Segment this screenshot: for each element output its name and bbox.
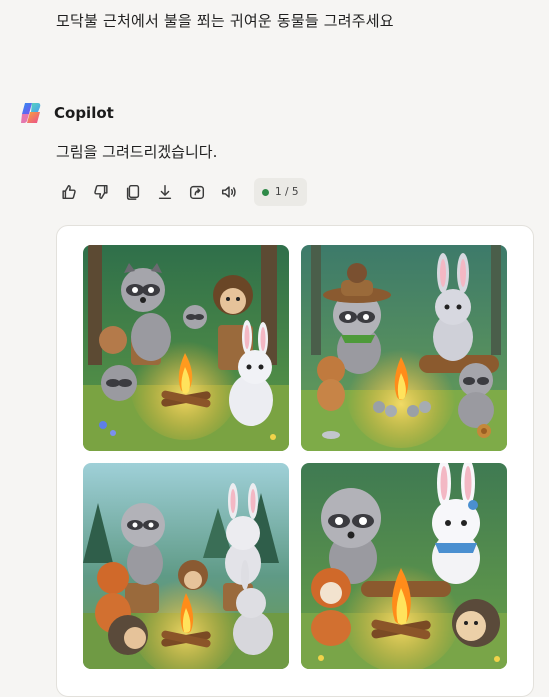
thumbs-up-icon — [62, 184, 76, 200]
assistant-header: Copilot — [18, 100, 114, 126]
assistant-name: Copilot — [54, 104, 114, 122]
thumbs-down-icon — [94, 184, 108, 200]
generated-images-card — [56, 225, 534, 697]
read-aloud-button[interactable] — [216, 178, 242, 206]
generated-image-raccoons-hedgehog-bunny — [83, 245, 289, 451]
generated-image-hedgehog-fox-bunny — [83, 463, 289, 669]
speaker-icon — [221, 186, 236, 198]
share-icon — [189, 185, 205, 200]
copilot-logo-icon — [21, 103, 41, 123]
image-page-indicator[interactable]: 1 / 5 — [254, 178, 307, 206]
share-button[interactable] — [184, 178, 210, 206]
generated-image-1[interactable] — [83, 245, 289, 451]
download-button[interactable] — [152, 178, 178, 206]
generated-image-raccoon-hat-bunny — [301, 245, 507, 451]
copy-icon — [126, 184, 140, 200]
generated-image-raccoon-bunny-fox — [301, 463, 507, 669]
message-action-bar: 1 / 5 — [56, 178, 307, 206]
status-dot — [262, 188, 269, 196]
copy-button[interactable] — [120, 178, 146, 206]
dislike-button[interactable] — [88, 178, 114, 206]
generated-image-2[interactable] — [301, 245, 507, 451]
generated-image-3[interactable] — [83, 463, 289, 669]
generated-image-4[interactable] — [301, 463, 507, 669]
download-icon — [158, 184, 172, 200]
like-button[interactable] — [56, 178, 82, 206]
user-message: 모닥불 근처에서 불을 쬐는 귀여운 동물들 그려주세요 — [56, 12, 394, 30]
assistant-reply: 그림을 그려드리겠습니다. — [56, 143, 218, 161]
page-indicator-text: 1 / 5 — [275, 186, 299, 198]
